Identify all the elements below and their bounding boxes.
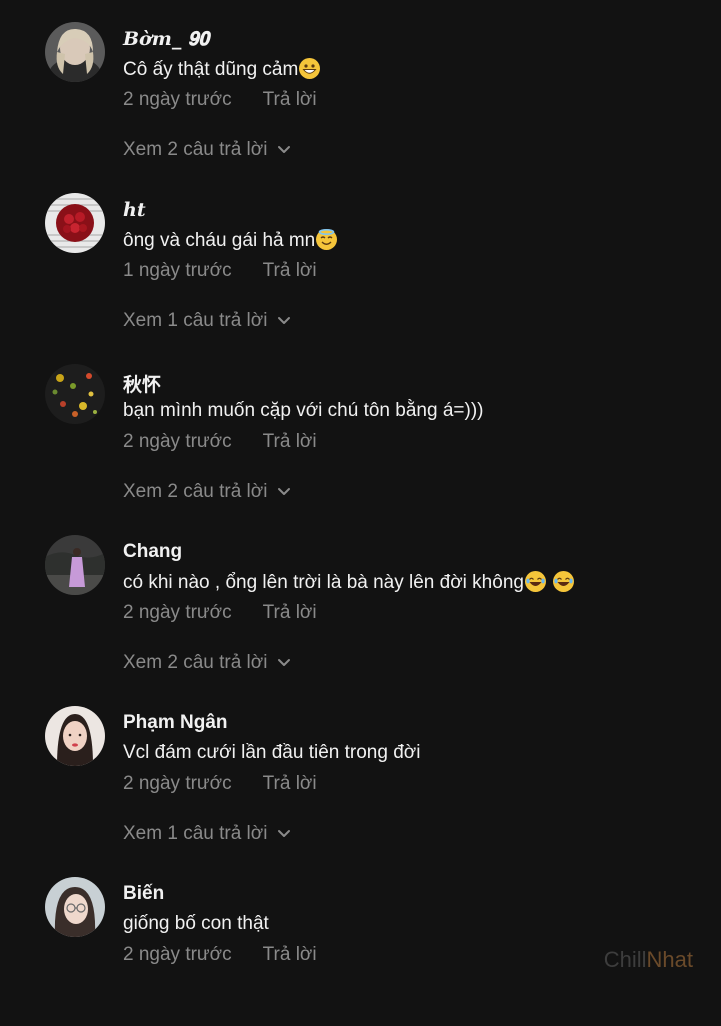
comment-item: Chang có khi nào , ổng lên trời là bà nà… bbox=[0, 513, 721, 684]
timestamp: 2 ngày trước bbox=[123, 89, 232, 110]
avatar[interactable] bbox=[45, 706, 105, 766]
comment-item: Phạm Ngân Vcl đám cưới lần đầu tiên tron… bbox=[0, 684, 721, 855]
view-replies-label: Xem 2 câu trả lời bbox=[123, 481, 268, 503]
comment-text: bạn mình muốn cặp với chú tôn bằng á=))) bbox=[123, 400, 484, 421]
reply-button[interactable]: Trả lời bbox=[263, 773, 317, 794]
comment-text: ông và cháu gái hả mn bbox=[123, 229, 338, 252]
comment-text: Vcl đám cưới lần đầu tiên trong đời bbox=[123, 742, 421, 763]
view-replies-button[interactable]: Xem 1 câu trả lời bbox=[123, 310, 291, 332]
angel-face-emoji-icon bbox=[316, 229, 338, 250]
avatar[interactable] bbox=[45, 535, 105, 595]
comment-text: Cô ấy thật dũng cảm bbox=[123, 58, 321, 81]
view-replies-button[interactable]: Xem 2 câu trả lời bbox=[123, 652, 291, 674]
view-replies-button[interactable]: Xem 2 câu trả lời bbox=[123, 481, 291, 503]
comment-meta: 2 ngày trước Trả lời bbox=[123, 89, 317, 111]
chevron-down-icon bbox=[277, 310, 291, 332]
comment-item: Biến giống bố con thật 2 ngày trước Trả l… bbox=[0, 855, 721, 1026]
comment-meta: 2 ngày trước Trả lời bbox=[123, 773, 317, 795]
view-replies-button[interactable]: Xem 2 câu trả lời bbox=[123, 139, 291, 161]
view-replies-label: Xem 1 câu trả lời bbox=[123, 823, 268, 845]
reply-button[interactable]: Trả lời bbox=[263, 89, 317, 110]
chevron-down-icon bbox=[277, 652, 291, 674]
reply-button[interactable]: Trả lời bbox=[263, 602, 317, 623]
avatar[interactable] bbox=[45, 193, 105, 253]
comment-meta: 2 ngày trước Trả lời bbox=[123, 944, 317, 966]
comment-item: 𝑩𝒐̛̀𝒎_ 𝟗𝟎 Cô ấy thật dũng cảm 2 ngày trư… bbox=[0, 0, 721, 171]
watermark-part1: Chill bbox=[603, 947, 647, 972]
avatar[interactable] bbox=[45, 877, 105, 937]
timestamp: 2 ngày trước bbox=[123, 773, 232, 794]
comment-meta: 1 ngày trước Trả lời bbox=[123, 260, 317, 282]
comment-text-content: có khi nào , ổng lên trời là bà này lên … bbox=[123, 572, 524, 593]
watermark-part2: Nhat bbox=[646, 947, 693, 972]
view-replies-button[interactable]: Xem 1 câu trả lời bbox=[123, 823, 291, 845]
timestamp: 2 ngày trước bbox=[123, 602, 232, 623]
comment-item: 𝒉𝒕 ông và cháu gái hả mn 1 ngày trước Trả… bbox=[0, 171, 721, 342]
comment-meta: 2 ngày trước Trả lời bbox=[123, 602, 317, 624]
reply-button[interactable]: Trả lời bbox=[263, 944, 317, 965]
laughing-face-emoji-icon bbox=[524, 571, 546, 592]
view-replies-label: Xem 1 câu trả lời bbox=[123, 310, 268, 332]
view-replies-label: Xem 2 câu trả lời bbox=[123, 139, 268, 161]
view-replies-label: Xem 2 câu trả lời bbox=[123, 652, 268, 674]
chevron-down-icon bbox=[277, 823, 291, 845]
chevron-down-icon bbox=[277, 481, 291, 503]
comment-text-content: ông và cháu gái hả mn bbox=[123, 230, 316, 251]
comment-text: giống bố con thật bbox=[123, 913, 269, 934]
timestamp: 2 ngày trước bbox=[123, 944, 232, 965]
chevron-down-icon bbox=[277, 139, 291, 161]
comment-text: có khi nào , ổng lên trời là bà này lên … bbox=[123, 571, 574, 594]
timestamp: 1 ngày trước bbox=[123, 260, 232, 281]
watermark: ChillNhat bbox=[604, 947, 693, 973]
comment-item: 秋怀 bạn mình muốn cặp với chú tôn bằng á=… bbox=[0, 342, 721, 513]
comment-text-content: Cô ấy thật dũng cảm bbox=[123, 59, 299, 80]
username[interactable]: Biến bbox=[123, 883, 164, 905]
avatar[interactable] bbox=[45, 22, 105, 82]
timestamp: 2 ngày trước bbox=[123, 431, 232, 452]
username[interactable]: 秋怀 bbox=[123, 370, 161, 397]
grinning-face-emoji-icon bbox=[299, 58, 321, 79]
username[interactable]: 𝑩𝒐̛̀𝒎_ 𝟗𝟎 bbox=[123, 28, 209, 50]
reply-button[interactable]: Trả lời bbox=[263, 260, 317, 281]
comment-meta: 2 ngày trước Trả lời bbox=[123, 431, 317, 453]
username[interactable]: 𝒉𝒕 bbox=[123, 199, 146, 221]
avatar[interactable] bbox=[45, 364, 105, 424]
reply-button[interactable]: Trả lời bbox=[263, 431, 317, 452]
username[interactable]: Phạm Ngân bbox=[123, 712, 228, 734]
laughing-face-emoji-icon bbox=[552, 571, 574, 592]
username[interactable]: Chang bbox=[123, 541, 182, 563]
